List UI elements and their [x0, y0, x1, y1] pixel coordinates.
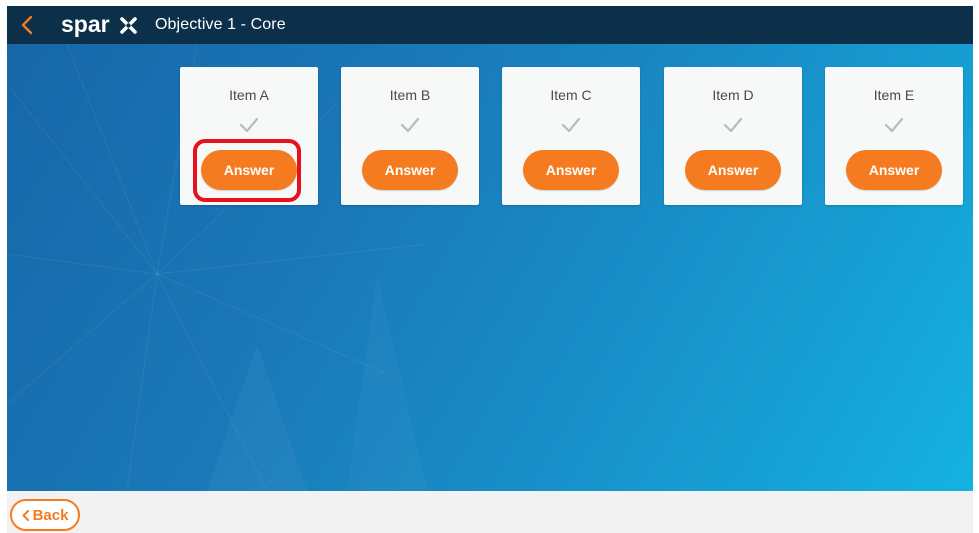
main-content: Item A Answer Item B Answer Item C Answe…: [7, 44, 973, 491]
sparx-logo: spar: [61, 6, 143, 44]
item-label: Item C: [550, 87, 592, 103]
answer-button-a[interactable]: Answer: [201, 150, 297, 190]
item-card-e: Item E Answer: [825, 67, 963, 205]
bottom-bar: Back: [7, 491, 973, 533]
app-frame: spar Objective 1 - Core Item A Answer It…: [0, 0, 979, 533]
chevron-left-icon: [22, 509, 29, 521]
check-icon: [239, 117, 259, 133]
item-card-d: Item D Answer: [664, 67, 802, 205]
back-label: Back: [32, 506, 69, 524]
check-icon: [561, 117, 581, 133]
item-card-b: Item B Answer: [341, 67, 479, 205]
item-card-c: Item C Answer: [502, 67, 640, 205]
item-card-a: Item A Answer: [180, 67, 318, 205]
answer-button-b[interactable]: Answer: [362, 150, 458, 190]
back-button[interactable]: Back: [10, 499, 80, 531]
chevron-left-icon[interactable]: [7, 6, 47, 44]
answer-button-c[interactable]: Answer: [523, 150, 619, 190]
item-label: Item A: [229, 87, 269, 103]
check-icon: [884, 117, 904, 133]
svg-text:spar: spar: [61, 13, 110, 37]
answer-button-e[interactable]: Answer: [846, 150, 942, 190]
item-label: Item B: [389, 87, 431, 103]
answer-button-d[interactable]: Answer: [685, 150, 781, 190]
check-icon: [723, 117, 743, 133]
item-label: Item E: [873, 87, 915, 103]
check-icon: [400, 117, 420, 133]
top-bar: spar Objective 1 - Core: [7, 6, 973, 44]
item-label: Item D: [712, 87, 754, 103]
page-title: Objective 1 - Core: [155, 16, 286, 33]
